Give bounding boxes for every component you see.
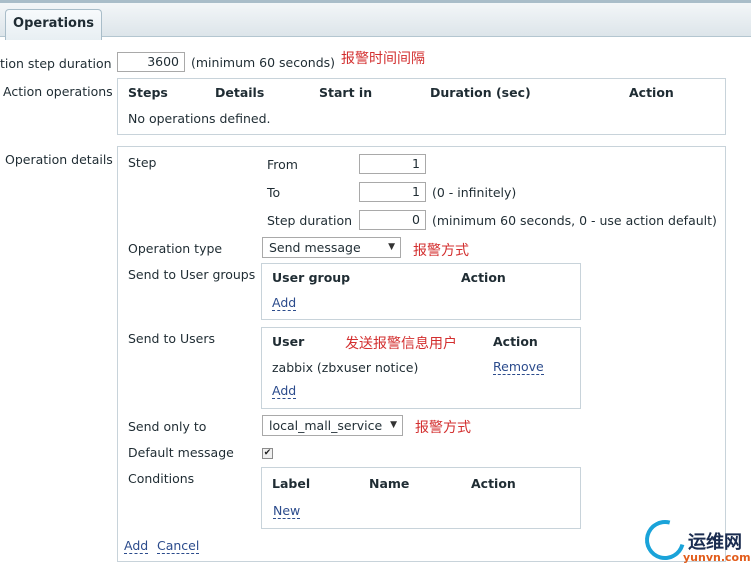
step-duration-label: tion step duration (0, 56, 112, 71)
action-operations-label: Action operations (3, 84, 113, 99)
col-user-group: User group (272, 270, 351, 285)
send-only-to-label: Send only to (128, 419, 207, 434)
remove-user-link[interactable]: Remove (493, 360, 544, 375)
send-only-to-annotation: 报警方式 (415, 420, 471, 436)
step-to-input[interactable]: 1 (359, 182, 426, 202)
conditions-label: Conditions (128, 471, 195, 486)
watermark-text-url: yunvn.com (683, 551, 751, 564)
default-message-label: Default message (128, 445, 234, 460)
users-table: User 发送报警信息用户 Action zabbix (zbxuser not… (261, 327, 581, 409)
add-user-link[interactable]: Add (272, 384, 297, 399)
action-operations-table: Steps Details Start in Duration (sec) Ac… (117, 78, 726, 135)
col-action: Action (629, 85, 674, 100)
col-start-in: Start in (319, 85, 373, 100)
step-to-hint: (0 - infinitely) (432, 185, 517, 200)
col-steps: Steps (128, 85, 168, 100)
tab-operations[interactable]: Operations (5, 9, 102, 40)
step-duration-hint: (minimum 60 seconds) (191, 55, 336, 70)
send-only-to-select[interactable]: local_mall_service ▼ (262, 415, 403, 436)
add-operation-link[interactable]: Add (124, 539, 149, 554)
cancel-operation-link[interactable]: Cancel (157, 539, 200, 554)
step-duration-annotation: 报警时间间隔 (341, 51, 425, 67)
step-duration-detail-hint: (minimum 60 seconds, 0 - use action defa… (432, 213, 717, 228)
col-name: Name (369, 476, 410, 491)
users-annotation: 发送报警信息用户 (345, 336, 457, 352)
conditions-table: Label Name Action New (261, 467, 581, 529)
step-from-label: From (267, 157, 298, 172)
operation-type-select[interactable]: Send message ▼ (262, 237, 401, 258)
col-condition-action: Action (471, 476, 516, 491)
default-message-checkbox[interactable]: ✔ (262, 448, 273, 459)
operation-details-label: Operation details (5, 152, 113, 167)
add-user-group-link[interactable]: Add (272, 296, 297, 311)
new-condition-link[interactable]: New (273, 504, 301, 519)
step-duration-detail-input[interactable]: 0 (359, 210, 426, 230)
col-user-group-action: Action (461, 270, 506, 285)
operation-type-value: Send message (269, 240, 361, 255)
col-duration: Duration (sec) (430, 85, 531, 100)
step-duration-input[interactable]: 3600 (117, 52, 185, 72)
col-user-action: Action (493, 334, 538, 349)
col-user: User (272, 334, 305, 349)
user-row-name: zabbix (zbxuser notice) (272, 360, 419, 375)
step-duration-detail-label: Step duration (267, 213, 353, 228)
step-to-label: To (267, 185, 281, 200)
users-label: Send to Users (128, 331, 215, 346)
user-groups-label: Send to User groups (128, 267, 256, 282)
checkmark-icon: ✔ (263, 448, 272, 458)
step-label: Step (128, 155, 157, 170)
step-from-input[interactable]: 1 (359, 154, 426, 174)
chevron-down-icon: ▼ (388, 242, 395, 252)
col-label: Label (272, 476, 311, 491)
send-only-to-value: local_mall_service (269, 418, 383, 433)
operation-type-label: Operation type (128, 241, 223, 256)
tab-bar: Operations (0, 0, 751, 40)
no-operations-text: No operations defined. (128, 111, 271, 126)
operation-type-annotation: 报警方式 (413, 243, 469, 259)
user-groups-table: User group Action Add (261, 263, 581, 320)
col-details: Details (215, 85, 265, 100)
chevron-down-icon: ▼ (390, 420, 397, 430)
